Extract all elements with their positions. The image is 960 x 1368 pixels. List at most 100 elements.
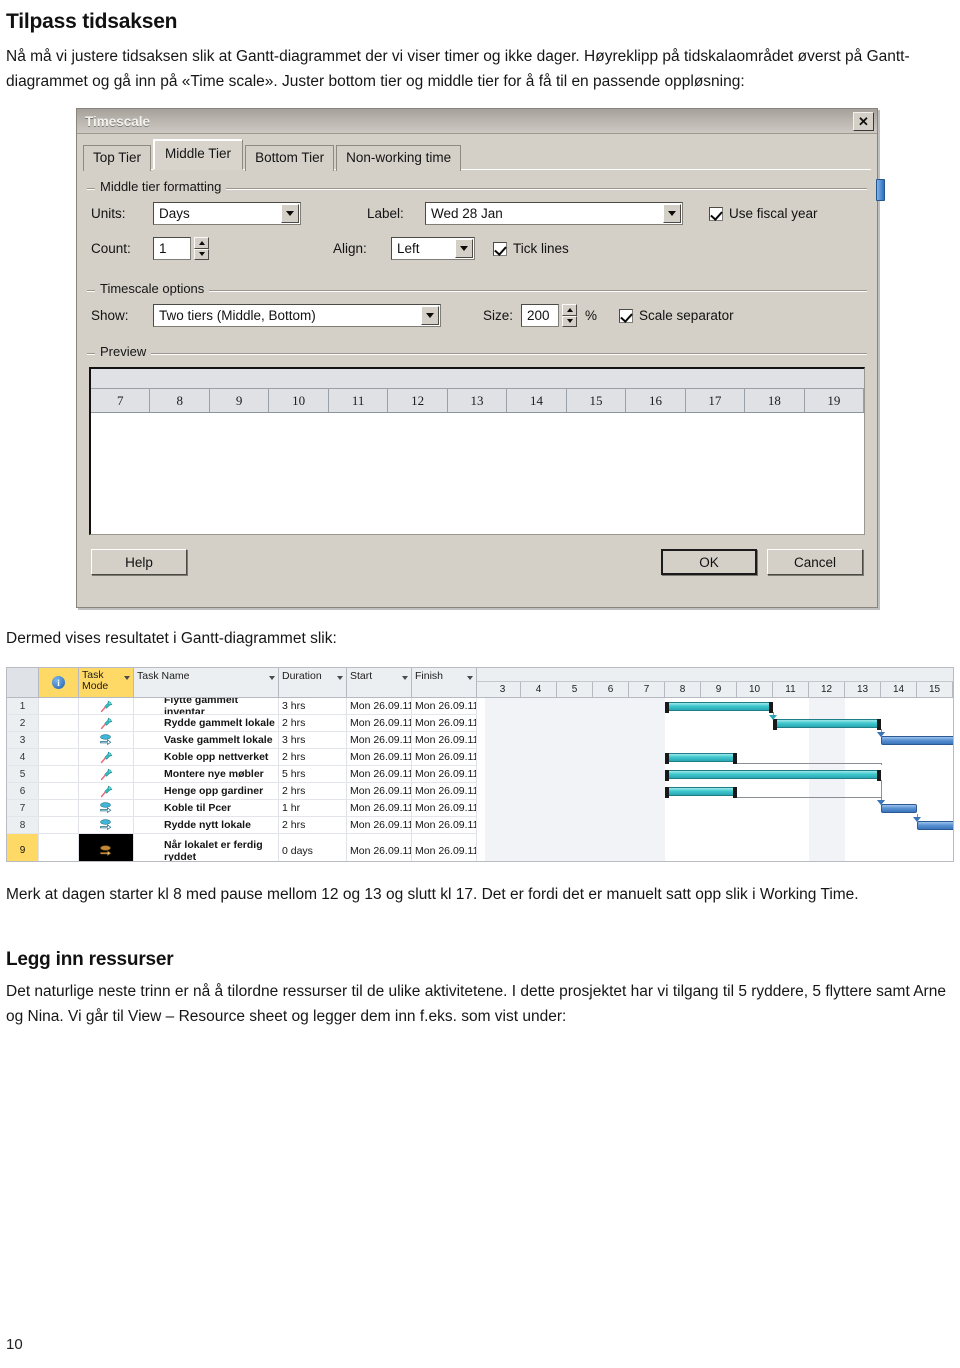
tab-top-tier[interactable]: Top Tier	[83, 145, 152, 171]
row-task-name-cell[interactable]: Flytte gammelt inventar	[134, 698, 279, 714]
show-combo[interactable]: Two tiers (Middle, Bottom)	[153, 304, 441, 327]
column-header-task-mode[interactable]: Task Mode	[79, 668, 134, 697]
row-indicator-cell[interactable]	[39, 732, 79, 748]
chevron-down-icon[interactable]	[467, 676, 473, 680]
row-task-mode-cell[interactable]	[79, 749, 134, 765]
row-start-cell[interactable]: Mon 26.09.11	[347, 732, 412, 748]
chevron-down-icon[interactable]	[402, 676, 408, 680]
row-finish-cell[interactable]: Mon 26.09.11	[412, 800, 477, 816]
row-indicator-cell[interactable]	[39, 783, 79, 799]
column-header-start[interactable]: Start	[347, 668, 412, 697]
row-id-cell[interactable]: 5	[7, 766, 39, 782]
table-row[interactable]: 1 Flytte gammelt inventar 3 hrs Mon 26.09.1…	[7, 698, 477, 715]
chevron-down-icon[interactable]	[421, 306, 439, 325]
row-start-cell[interactable]: Mon 26.09.11	[347, 800, 412, 816]
table-row[interactable]: 9 Når lokalet er ferdig ryddet 0 days Mon 2…	[7, 834, 477, 861]
stepper-down-icon[interactable]	[562, 315, 578, 327]
row-id-cell[interactable]: 9	[7, 834, 39, 861]
units-combo[interactable]: Days	[153, 202, 301, 225]
row-indicator-cell[interactable]	[39, 749, 79, 765]
scrollbar-thumb[interactable]	[876, 179, 885, 201]
row-task-mode-cell[interactable]	[79, 698, 134, 714]
row-task-name-cell[interactable]: Montere nye møbler	[134, 766, 279, 782]
row-duration-cell[interactable]: 2 hrs	[279, 749, 347, 765]
row-start-cell[interactable]: Mon 26.09.11	[347, 766, 412, 782]
gantt-bar[interactable]	[773, 719, 881, 730]
row-task-mode-cell[interactable]	[79, 715, 134, 731]
table-row[interactable]: 3 Vaske gammelt lokale 3 hrs Mon 26.09.11 Mo…	[7, 732, 477, 749]
checkbox-icon[interactable]	[709, 206, 723, 221]
chevron-down-icon[interactable]	[269, 676, 275, 680]
row-start-cell[interactable]: Mon 26.09.11	[347, 715, 412, 731]
checkbox-icon[interactable]	[619, 308, 634, 323]
row-finish-cell[interactable]: Mon 26.09.11	[412, 698, 477, 714]
size-input[interactable]: 200	[521, 304, 560, 327]
count-stepper[interactable]	[194, 237, 209, 260]
table-row[interactable]: 7 Koble til Pcer 1 hr Mon 26.09.11 Mon 26.09…	[7, 800, 477, 817]
size-stepper[interactable]	[562, 304, 578, 327]
row-finish-cell[interactable]: Mon 26.09.11	[412, 732, 477, 748]
chevron-down-icon[interactable]	[663, 204, 681, 223]
row-indicator-cell[interactable]	[39, 715, 79, 731]
gantt-bar[interactable]	[881, 804, 917, 813]
chevron-down-icon[interactable]	[455, 239, 473, 258]
row-start-cell[interactable]: Mon 26.09.11	[347, 698, 412, 714]
row-duration-cell[interactable]: 3 hrs	[279, 732, 347, 748]
row-task-name-cell[interactable]: Vaske gammelt lokale	[134, 732, 279, 748]
row-task-name-cell[interactable]: Koble opp nettverket	[134, 749, 279, 765]
row-start-cell[interactable]: Mon 26.09.11	[347, 834, 412, 861]
count-input[interactable]: 1	[153, 237, 191, 260]
ok-button[interactable]: OK	[661, 549, 757, 575]
tab-bottom-tier[interactable]: Bottom Tier	[245, 145, 335, 171]
table-row[interactable]: 6 Henge opp gardiner 2 hrs Mon 26.09.11 Mon …	[7, 783, 477, 800]
cancel-button[interactable]: Cancel	[767, 549, 863, 575]
row-duration-cell[interactable]: 2 hrs	[279, 783, 347, 799]
chevron-down-icon[interactable]	[337, 676, 343, 680]
checkbox-icon[interactable]	[493, 241, 507, 256]
row-id-cell[interactable]: 2	[7, 715, 39, 731]
table-row[interactable]: 5 Montere nye møbler 5 hrs Mon 26.09.11 Mon …	[7, 766, 477, 783]
chevron-down-icon[interactable]	[281, 204, 299, 223]
row-task-mode-cell[interactable]	[79, 834, 134, 861]
row-task-mode-cell[interactable]	[79, 783, 134, 799]
row-task-name-cell[interactable]: Rydde nytt lokale	[134, 817, 279, 833]
row-indicator-cell[interactable]	[39, 766, 79, 782]
gantt-bar[interactable]	[665, 770, 881, 781]
row-duration-cell[interactable]: 1 hr	[279, 800, 347, 816]
stepper-down-icon[interactable]	[194, 248, 209, 260]
row-indicator-cell[interactable]	[39, 800, 79, 816]
table-row[interactable]: 2 Rydde gammelt lokale 2 hrs Mon 26.09.11 Mo…	[7, 715, 477, 732]
stepper-up-icon[interactable]	[194, 237, 209, 249]
row-id-cell[interactable]: 4	[7, 749, 39, 765]
row-task-mode-cell[interactable]	[79, 800, 134, 816]
column-header-finish[interactable]: Finish	[412, 668, 477, 697]
row-finish-cell[interactable]: Mon 26.09.11	[412, 783, 477, 799]
gantt-bar[interactable]	[665, 787, 737, 798]
close-icon[interactable]: ✕	[853, 111, 874, 131]
row-id-cell[interactable]: 3	[7, 732, 39, 748]
column-header-task-name[interactable]: Task Name	[134, 668, 279, 697]
row-finish-cell[interactable]: Mon 26.09.11	[412, 715, 477, 731]
row-task-name-cell[interactable]: Rydde gammelt lokale	[134, 715, 279, 731]
label-combo[interactable]: Wed 28 Jan	[425, 202, 683, 225]
gantt-bar[interactable]	[665, 753, 737, 764]
gantt-bar[interactable]	[881, 736, 953, 745]
use-fiscal-year-checkbox[interactable]: Use fiscal year	[709, 206, 818, 221]
row-duration-cell[interactable]: 2 hrs	[279, 817, 347, 833]
row-id-cell[interactable]: 7	[7, 800, 39, 816]
row-start-cell[interactable]: Mon 26.09.11	[347, 749, 412, 765]
align-combo[interactable]: Left	[391, 237, 475, 260]
row-duration-cell[interactable]: 2 hrs	[279, 715, 347, 731]
table-row[interactable]: 4 Koble opp nettverket 2 hrs Mon 26.09.11 Mo…	[7, 749, 477, 766]
row-task-name-cell[interactable]: Når lokalet er ferdig ryddet	[134, 834, 279, 861]
row-start-cell[interactable]: Mon 26.09.11	[347, 817, 412, 833]
stepper-up-icon[interactable]	[562, 304, 578, 316]
table-row[interactable]: 8 Rydde nytt lokale 2 hrs Mon 26.09.11 Mon 2…	[7, 817, 477, 834]
help-button[interactable]: Help	[91, 549, 187, 575]
row-task-mode-cell[interactable]	[79, 817, 134, 833]
row-duration-cell[interactable]: 3 hrs	[279, 698, 347, 714]
row-indicator-cell[interactable]	[39, 698, 79, 714]
row-task-mode-cell[interactable]	[79, 732, 134, 748]
row-start-cell[interactable]: Mon 26.09.11	[347, 783, 412, 799]
tick-lines-checkbox[interactable]: Tick lines	[493, 241, 569, 256]
